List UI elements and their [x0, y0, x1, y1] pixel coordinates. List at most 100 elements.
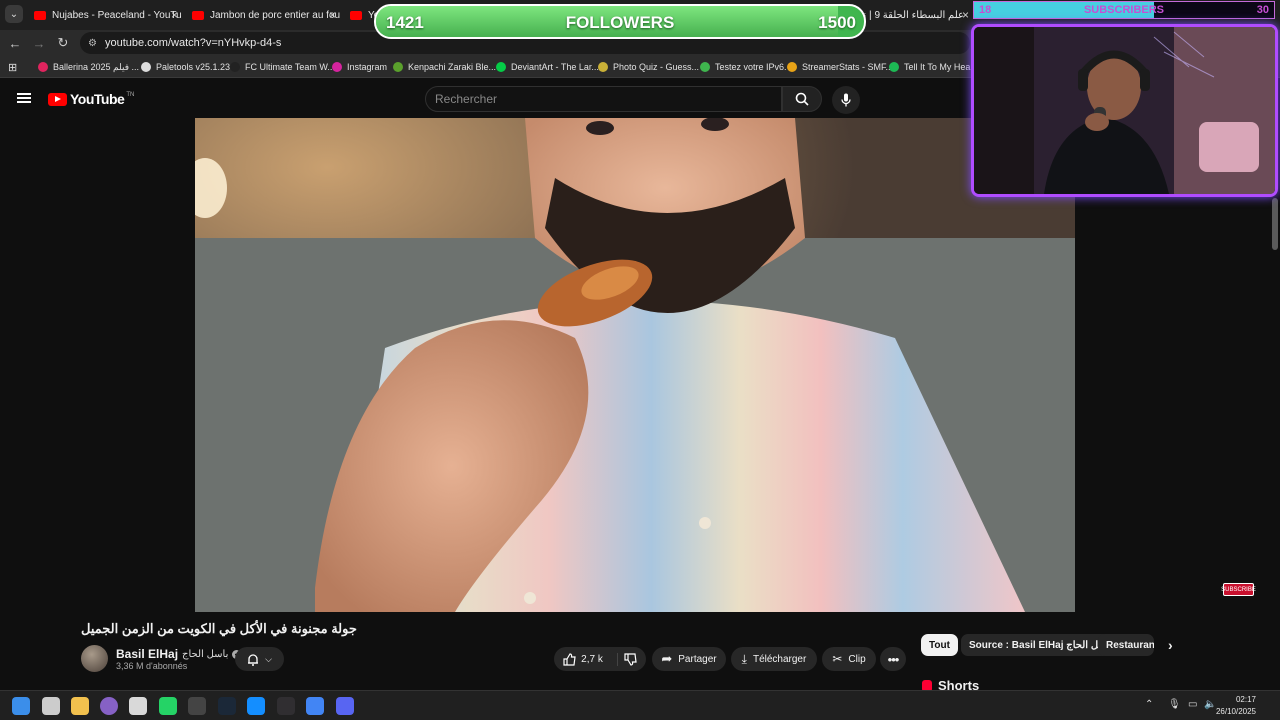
chip-restaurants[interactable]: Restaurants: [1098, 634, 1154, 656]
youtube-favicon-icon: [350, 10, 362, 20]
youtube-wordmark: YouTube: [70, 91, 125, 107]
apps-grid-icon[interactable]: ⊞: [8, 59, 17, 75]
close-tab-icon[interactable]: ×: [954, 3, 974, 27]
subscribers-goal: 30: [1256, 4, 1269, 16]
more-actions-button[interactable]: •••: [880, 647, 906, 671]
channel-name-row[interactable]: Basil ElHaj باسل الحاج ✓: [116, 647, 242, 661]
search-placeholder: Rechercher: [435, 92, 498, 106]
chevron-down-icon: ⌵: [265, 653, 272, 664]
browser-tab[interactable]: Jambon de porc entier au four! ×: [184, 3, 340, 27]
webcam-overlay: [971, 24, 1278, 197]
steam-icon[interactable]: [218, 697, 236, 715]
reload-icon[interactable]: ↻: [54, 34, 72, 52]
bookmark-item[interactable]: Instagram: [332, 59, 387, 75]
thumbs-up-icon: [563, 652, 576, 666]
task-view-icon[interactable]: [42, 697, 60, 715]
close-tab-icon[interactable]: ×: [329, 8, 336, 22]
followers-label: FOLLOWERS: [565, 13, 675, 32]
share-button[interactable]: ➦ Partager: [652, 647, 726, 671]
forward-arrow-icon[interactable]: →: [30, 34, 48, 52]
chip-source[interactable]: Source : Basil ElHaj باسل الحاج: [961, 634, 1121, 656]
bookmark-label: Testez votre IPv6.: [715, 62, 787, 72]
close-tab-icon[interactable]: ×: [171, 8, 178, 22]
bookmark-item[interactable]: FC Ultimate Team W...: [230, 59, 335, 75]
file-explorer-icon[interactable]: [71, 697, 89, 715]
browser-tab[interactable]: Nujabes - Peaceland - YouTube ×: [26, 3, 182, 27]
search-input[interactable]: Rechercher: [425, 86, 782, 112]
subscriber-count: 3,36 M d'abonnés: [116, 661, 188, 671]
clip-button[interactable]: ✂ Clip: [822, 647, 876, 671]
notepad-icon[interactable]: [129, 697, 147, 715]
scissors-icon: ✂: [832, 652, 843, 666]
windows-taskbar: ⌃ 🎙 ▭ 🔈 02:17 26/10/2025: [0, 690, 1280, 720]
back-arrow-icon[interactable]: ←: [6, 34, 24, 52]
bookmark-label: Tell It To My Heart: [904, 62, 976, 72]
battle-net-icon[interactable]: [247, 697, 265, 715]
cortana-icon[interactable]: [100, 697, 118, 715]
page-scrollbar[interactable]: [1272, 198, 1278, 250]
clip-label: Clip: [848, 653, 866, 665]
youtube-favicon-icon: [192, 10, 204, 20]
bookmark-label: DeviantArt - The Lar...: [511, 62, 599, 72]
like-button[interactable]: 2,7 k: [563, 652, 618, 666]
microphone-icon: [841, 93, 851, 107]
clock-time: 02:17: [1235, 695, 1256, 704]
bookmark-favicon-icon: [393, 62, 403, 72]
bookmark-item[interactable]: Photo Quiz - Guess...: [598, 59, 699, 75]
chrome-icon[interactable]: [306, 697, 324, 715]
share-label: Partager: [678, 653, 717, 665]
like-dislike-group: 2,7 k: [554, 647, 646, 671]
notifications-button[interactable]: ⌵: [235, 647, 284, 671]
share-icon: ➦: [661, 651, 673, 666]
bookmark-item[interactable]: DeviantArt - The Lar...: [496, 59, 599, 75]
chevron-up-icon[interactable]: ⌃: [1145, 699, 1153, 710]
bookmark-label: Photo Quiz - Guess...: [613, 62, 700, 72]
windows-start-icon[interactable]: [12, 697, 30, 715]
dislike-button[interactable]: [624, 652, 637, 666]
country-code: TN: [126, 92, 135, 98]
video-player[interactable]: [195, 118, 1075, 612]
subscribers-goal-bar: 18 SUBSCRIBERS 30: [973, 1, 1275, 19]
volume-icon[interactable]: 🔈: [1204, 699, 1216, 710]
channel-avatar[interactable]: [81, 645, 108, 672]
more-horizontal-icon: •••: [887, 651, 900, 667]
bookmark-item[interactable]: Kenpachi Zaraki Ble...: [393, 59, 496, 75]
bookmark-favicon-icon: [141, 62, 151, 72]
subscribe-badge: SUBSCRIBE: [1221, 583, 1256, 596]
bookmark-item[interactable]: Paletools v25.1.23: [141, 59, 230, 75]
download-button[interactable]: ⤓ Télécharger: [731, 647, 817, 671]
taskbar-clock[interactable]: 02:17 26/10/2025: [1216, 694, 1256, 718]
followers-goal-bar: 1421 FOLLOWERS 1500: [374, 4, 866, 39]
chevron-right-icon[interactable]: ›: [1160, 634, 1181, 656]
search-button[interactable]: [782, 86, 822, 112]
bookmark-favicon-icon: [496, 62, 506, 72]
bookmark-label: Ballerina 2025 فيلم ...: [53, 61, 140, 72]
microphone-icon[interactable]: 🎙: [1168, 699, 1181, 710]
bookmark-item[interactable]: Tell It To My Heart: [889, 59, 976, 75]
tab-title: Nujabes - Peaceland - YouTube: [52, 9, 182, 21]
url-text: youtube.com/watch?v=nYHvkp-d4-s: [104, 37, 282, 49]
bookmark-item[interactable]: Testez votre IPv6.: [700, 59, 787, 75]
bookmark-favicon-icon: [700, 62, 710, 72]
site-info-icon[interactable]: ⚙: [88, 38, 97, 49]
bookmark-favicon-icon: [332, 62, 342, 72]
tab-title: Jambon de porc entier au four!: [210, 9, 340, 21]
youtube-logo[interactable]: YouTube TN: [48, 91, 134, 107]
followers-goal: 1500: [818, 13, 856, 32]
discord-icon[interactable]: [336, 697, 354, 715]
obs-icon[interactable]: [277, 697, 295, 715]
voice-search-button[interactable]: [832, 86, 860, 114]
bookmark-favicon-icon: [230, 62, 240, 72]
streamer-webcam-image: [974, 27, 1275, 194]
whatsapp-icon[interactable]: [159, 697, 177, 715]
bookmark-label: Instagram: [347, 62, 388, 72]
menu-hamburger-icon[interactable]: [17, 93, 31, 103]
app-icon[interactable]: [188, 697, 206, 715]
download-icon: ⤓: [741, 651, 747, 666]
tab-search-button[interactable]: ⌄: [5, 5, 23, 23]
bookmark-item[interactable]: Ballerina 2025 فيلم ...: [38, 59, 139, 75]
network-icon[interactable]: ▭: [1188, 699, 1197, 710]
bookmark-item[interactable]: StreamerStats - SMF...: [787, 59, 893, 75]
bookmark-label: StreamerStats - SMF...: [802, 62, 894, 72]
chip-all[interactable]: Tout: [921, 634, 958, 656]
